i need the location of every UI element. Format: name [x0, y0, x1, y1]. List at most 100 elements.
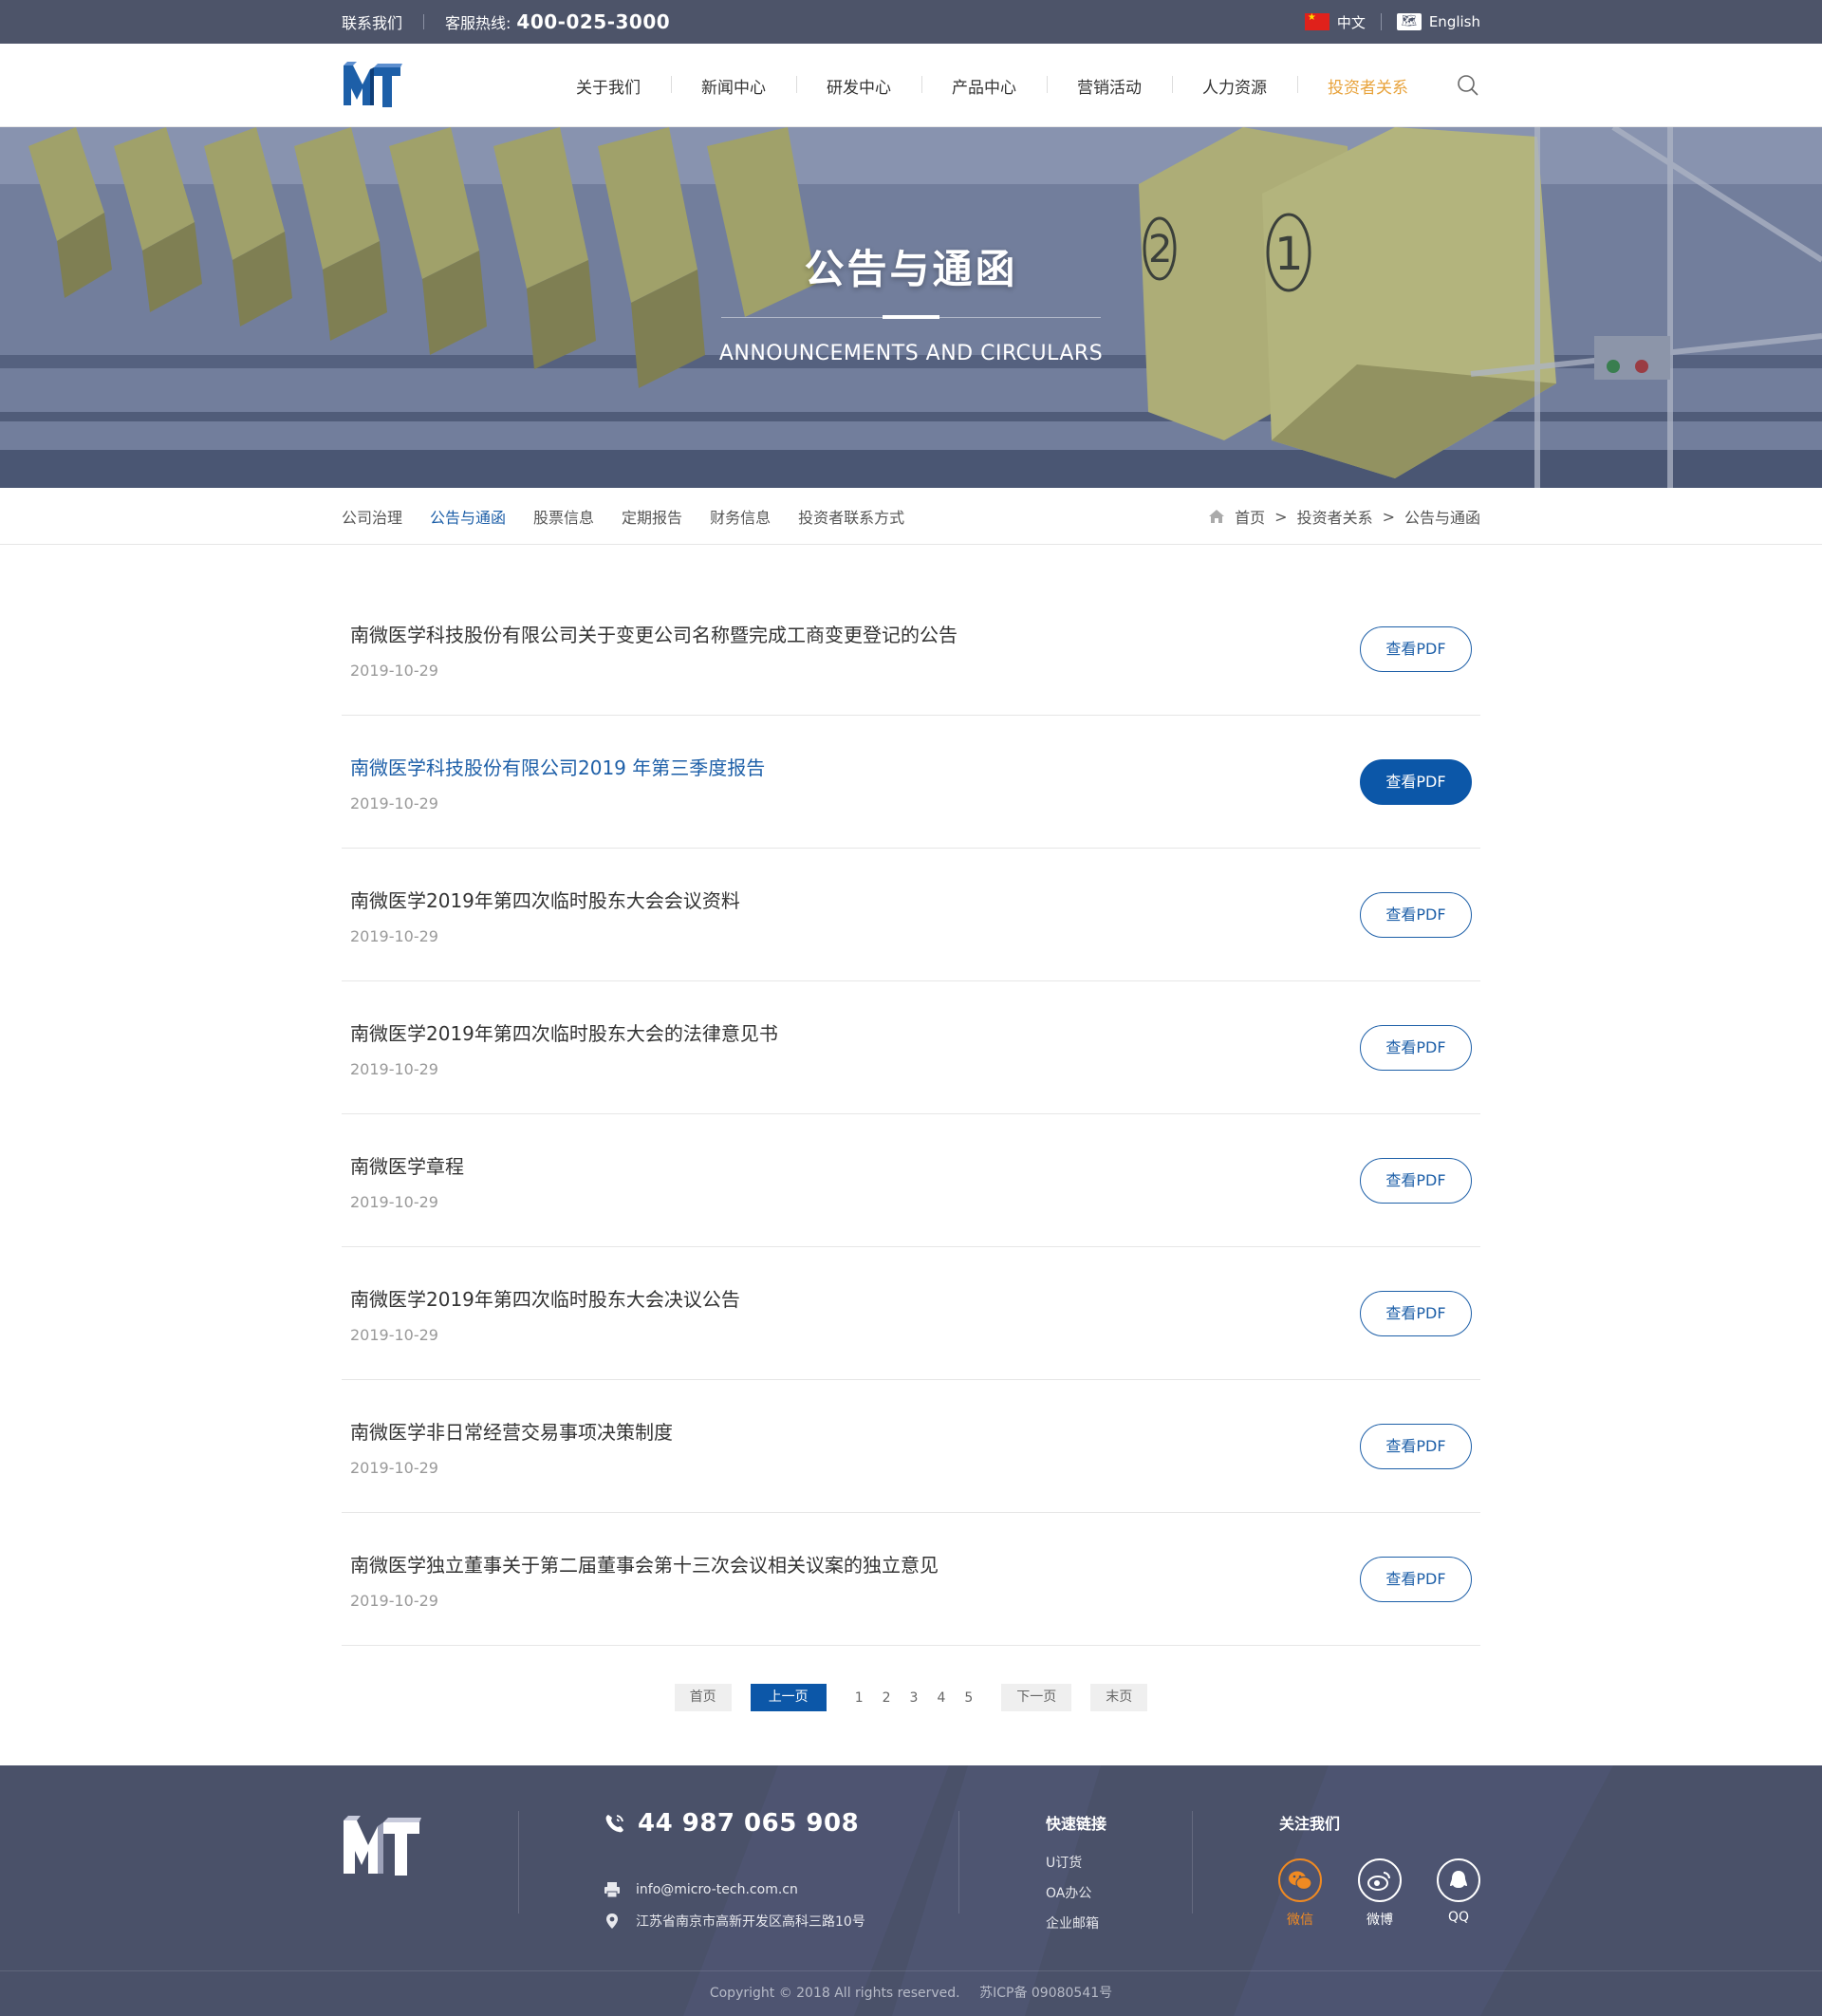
announcement-date: 2019-10-29 — [350, 1459, 438, 1477]
nav-marketing[interactable]: 营销活动 — [1047, 74, 1172, 98]
page-next-button[interactable]: 下一页 — [1001, 1684, 1072, 1711]
footer-divider — [958, 1811, 959, 1913]
banner-subtitle: ANNOUNCEMENTS AND CIRCULARS — [718, 342, 1104, 365]
list-item[interactable]: 南微医学章程 2019-10-29 查看PDF — [342, 1114, 1480, 1247]
list-item[interactable]: 南微医学非日常经营交易事项决策制度 2019-10-29 查看PDF — [342, 1380, 1480, 1513]
nav-about[interactable]: 关于我们 — [546, 74, 671, 98]
announcement-date: 2019-10-29 — [350, 927, 438, 945]
qq-link[interactable]: QQ — [1437, 1858, 1480, 1925]
search-icon[interactable] — [1456, 73, 1480, 98]
footer-logo[interactable] — [342, 1813, 421, 1879]
view-pdf-button[interactable]: 查看PDF — [1360, 1157, 1472, 1204]
page-number[interactable]: 3 — [910, 1690, 919, 1706]
page-number[interactable]: 2 — [883, 1690, 891, 1706]
lang-english-link[interactable]: English — [1429, 13, 1480, 30]
announcement-date: 2019-10-29 — [350, 1326, 438, 1344]
footer-divider — [518, 1811, 519, 1913]
divider — [1380, 13, 1382, 30]
announcement-list: 南微医学科技股份有限公司关于变更公司名称暨完成工商变更登记的公告 2019-10… — [342, 583, 1480, 1646]
nav-rnd[interactable]: 研发中心 — [796, 74, 921, 98]
globe-icon: 🗺 — [1396, 13, 1422, 30]
site-footer: 44 987 065 908 info@micro-tech.com.cn 江苏… — [0, 1765, 1822, 2016]
lang-chinese-link[interactable]: 中文 — [1337, 12, 1366, 32]
footer-address: 江苏省南京市高新开发区高科三路10号 — [636, 1914, 865, 1930]
breadcrumb-current: 公告与通函 — [1404, 509, 1480, 527]
divider — [423, 14, 425, 29]
home-icon — [1209, 510, 1225, 523]
view-pdf-button[interactable]: 查看PDF — [1360, 758, 1472, 805]
list-item[interactable]: 南微医学独立董事关于第二届董事会第十三次会议相关议案的独立意见 2019-10-… — [342, 1513, 1480, 1646]
quick-link-oa[interactable]: OA办公 — [1046, 1883, 1091, 1902]
list-item[interactable]: 南微医学科技股份有限公司2019 年第三季度报告 2019-10-29 查看PD… — [342, 716, 1480, 849]
announcement-title[interactable]: 南微医学科技股份有限公司2019 年第三季度报告 — [350, 755, 765, 781]
qq-icon — [1450, 1871, 1467, 1888]
top-utility-bar: 联系我们 客服热线: 400-025-3000 中文 🗺 English — [0, 0, 1822, 44]
wechat-icon — [1289, 1871, 1312, 1891]
main-header: 关于我们 新闻中心 研发中心 产品中心 营销活动 人力资源 投资者关系 — [0, 44, 1822, 127]
view-pdf-button[interactable]: 查看PDF — [1360, 1290, 1472, 1336]
announcement-date: 2019-10-29 — [350, 794, 438, 812]
nav-news[interactable]: 新闻中心 — [671, 74, 796, 98]
hotline-number: 400-025-3000 — [516, 10, 671, 33]
list-item[interactable]: 南微医学2019年第四次临时股东大会的法律意见书 2019-10-29 查看PD… — [342, 981, 1480, 1114]
announcement-date: 2019-10-29 — [350, 662, 438, 680]
nav-hr[interactable]: 人力资源 — [1172, 74, 1297, 98]
wechat-label: 微信 — [1287, 1913, 1313, 1928]
breadcrumb: 首页 > 投资者关系 > 公告与通函 — [1208, 505, 1480, 528]
tab-investor-contact[interactable]: 投资者联系方式 — [798, 505, 904, 528]
wechat-link[interactable]: 微信 — [1278, 1858, 1322, 1929]
announcement-title[interactable]: 南微医学2019年第四次临时股东大会的法律意见书 — [350, 1020, 778, 1047]
page-number[interactable]: 5 — [964, 1690, 973, 1706]
follow-us-title: 关注我们 — [1279, 1815, 1341, 1833]
list-item[interactable]: 南微医学2019年第四次临时股东大会决议公告 2019-10-29 查看PDF — [342, 1247, 1480, 1380]
footer-phone-number: 44 987 065 908 — [638, 1809, 860, 1838]
announcement-title[interactable]: 南微医学非日常经营交易事项决策制度 — [350, 1419, 673, 1446]
section-subnav: 公司治理 公告与通函 股票信息 定期报告 财务信息 投资者联系方式 首页 > 投… — [0, 488, 1822, 545]
nav-products[interactable]: 产品中心 — [921, 74, 1047, 98]
printer-icon — [604, 1882, 620, 1898]
page-first-button[interactable]: 首页 — [674, 1684, 732, 1711]
banner-overlay — [0, 127, 1822, 488]
china-flag-icon — [1304, 12, 1329, 30]
page-prev-button[interactable]: 上一页 — [750, 1684, 827, 1711]
tab-corporate-governance[interactable]: 公司治理 — [342, 505, 402, 528]
page-last-button[interactable]: 末页 — [1090, 1684, 1148, 1711]
announcement-title[interactable]: 南微医学2019年第四次临时股东大会决议公告 — [350, 1286, 740, 1313]
tab-financial-info[interactable]: 财务信息 — [710, 505, 771, 528]
announcement-title[interactable]: 南微医学科技股份有限公司关于变更公司名称暨完成工商变更登记的公告 — [350, 622, 957, 648]
nav-investor-relations[interactable]: 投资者关系 — [1297, 74, 1439, 98]
quick-link-email[interactable]: 企业邮箱 — [1046, 1913, 1099, 1932]
icp-number[interactable]: 苏ICP备 09080541号 — [979, 1986, 1112, 2001]
tab-announcements[interactable]: 公告与通函 — [430, 505, 506, 528]
page-number[interactable]: 4 — [937, 1690, 945, 1706]
page-number[interactable]: 1 — [855, 1690, 864, 1706]
weibo-link[interactable]: 微博 — [1358, 1858, 1402, 1929]
view-pdf-button[interactable]: 查看PDF — [1360, 1423, 1472, 1469]
announcement-title[interactable]: 南微医学2019年第四次临时股东大会会议资料 — [350, 887, 740, 914]
breadcrumb-investor-relations[interactable]: 投资者关系 — [1297, 505, 1373, 528]
view-pdf-button[interactable]: 查看PDF — [1360, 891, 1472, 938]
banner-title: 公告与通函 — [804, 246, 1018, 292]
qq-label: QQ — [1447, 1910, 1470, 1925]
breadcrumb-separator: > — [1274, 507, 1288, 526]
page-banner: 2 1 公告与通函 ANNOUNCEMENTS AND CIRCULARS — [0, 127, 1822, 488]
hotline-label: 客服热线: — [445, 14, 511, 32]
view-pdf-button[interactable]: 查看PDF — [1360, 1556, 1472, 1602]
list-item[interactable]: 南微医学科技股份有限公司关于变更公司名称暨完成工商变更登记的公告 2019-10… — [342, 583, 1480, 716]
view-pdf-button[interactable]: 查看PDF — [1360, 1024, 1472, 1071]
company-logo[interactable] — [342, 60, 402, 111]
tab-periodic-reports[interactable]: 定期报告 — [622, 505, 682, 528]
weibo-icon — [1367, 1872, 1390, 1891]
footer-email[interactable]: info@micro-tech.com.cn — [636, 1882, 798, 1897]
breadcrumb-home[interactable]: 首页 — [1235, 505, 1265, 528]
location-pin-icon — [606, 1913, 618, 1929]
announcement-title[interactable]: 南微医学章程 — [350, 1153, 464, 1180]
quick-link-u-order[interactable]: U订货 — [1046, 1853, 1082, 1872]
contact-us-link[interactable]: 联系我们 — [342, 10, 402, 33]
announcement-title[interactable]: 南微医学独立董事关于第二届董事会第十三次会议相关议案的独立意见 — [350, 1552, 939, 1578]
announcement-date: 2019-10-29 — [350, 1193, 438, 1211]
phone-icon — [605, 1815, 623, 1833]
view-pdf-button[interactable]: 查看PDF — [1360, 625, 1472, 672]
tab-stock-info[interactable]: 股票信息 — [533, 505, 594, 528]
list-item[interactable]: 南微医学2019年第四次临时股东大会会议资料 2019-10-29 查看PDF — [342, 849, 1480, 981]
